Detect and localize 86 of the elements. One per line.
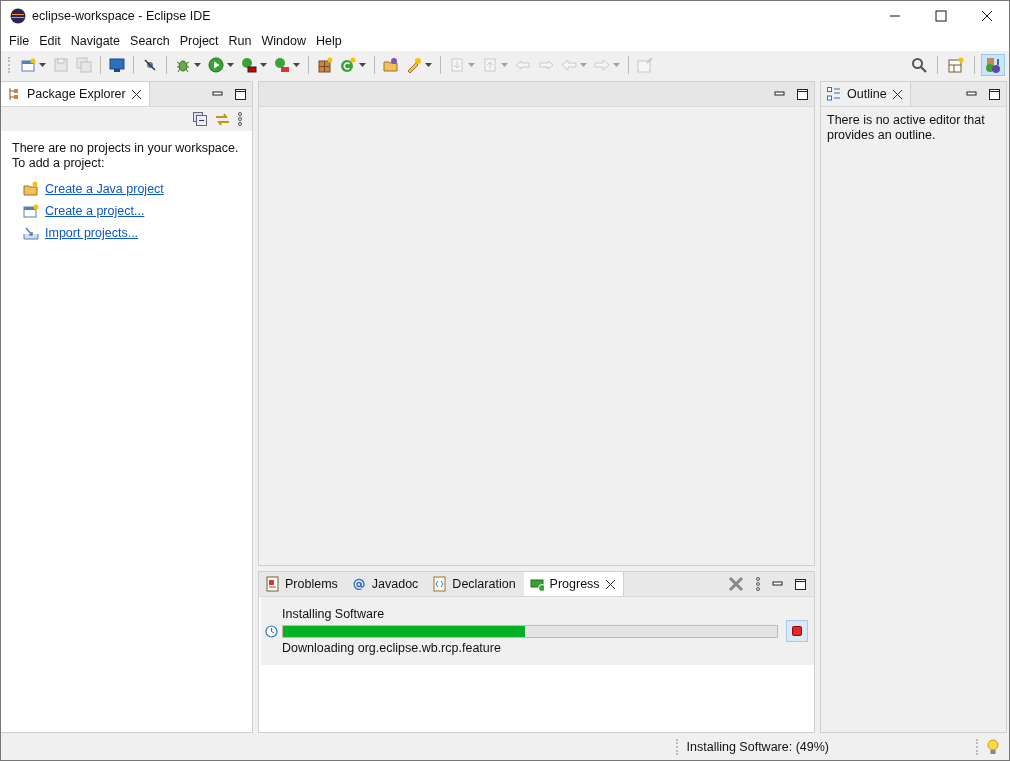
- package-icon: [317, 57, 333, 73]
- search-icon: [911, 57, 927, 73]
- play-toolbox-icon: [274, 57, 290, 73]
- toolbar-button[interactable]: [107, 55, 127, 75]
- remove-all-icon[interactable]: [728, 576, 744, 592]
- clock-icon: [265, 624, 278, 638]
- monitor-icon: [109, 57, 125, 73]
- toolbar-button[interactable]: [315, 55, 335, 75]
- menu-item[interactable]: Help: [310, 34, 347, 48]
- caret-icon: [359, 63, 366, 67]
- status-message: Installing Software: (49%): [686, 740, 829, 754]
- caret-icon: [39, 63, 46, 67]
- folder-icon: [383, 57, 399, 73]
- package-explorer-tab[interactable]: Package Explorer: [1, 82, 150, 106]
- java-perspective-button[interactable]: [981, 54, 1005, 76]
- maximize-icon[interactable]: [989, 88, 1000, 100]
- class-icon: [340, 57, 356, 73]
- eclipse-logo-icon: [10, 8, 26, 24]
- menu-item[interactable]: Search: [125, 34, 175, 48]
- at-sign-icon: [351, 576, 366, 592]
- caret-icon: [425, 63, 432, 67]
- toolbar-button[interactable]: [239, 55, 269, 75]
- forward-icon: [594, 57, 610, 73]
- folder-plus-icon: [23, 181, 39, 197]
- menu-item[interactable]: File: [4, 34, 35, 48]
- job-name: Installing Software: [282, 606, 386, 622]
- warning-list-icon: [265, 576, 279, 592]
- link[interactable]: Create a Java project: [45, 182, 164, 196]
- window-grid-icon: [948, 57, 964, 73]
- maximize-icon[interactable]: [235, 88, 246, 100]
- caret-icon: [580, 63, 587, 67]
- view-tab[interactable]: Problems: [259, 572, 346, 596]
- caret-icon: [194, 63, 201, 67]
- menu-item[interactable]: Run: [223, 34, 257, 48]
- empty-workspace-message: There are no projects in your workspace. To add a project:: [12, 141, 240, 171]
- link[interactable]: Import projects...: [45, 226, 139, 240]
- caret-icon: [260, 63, 267, 67]
- lightbulb-icon[interactable]: [987, 739, 999, 755]
- import-tray-icon: [23, 225, 39, 241]
- progress-bar-icon: [529, 576, 544, 592]
- menu-item[interactable]: Project: [174, 34, 224, 48]
- down-arrow-page-icon: [449, 57, 465, 73]
- pin-window-icon: [637, 57, 653, 73]
- maximize-icon[interactable]: [795, 578, 806, 590]
- view-menu-icon[interactable]: [756, 577, 760, 591]
- window-title: eclipse-workspace - Eclipse IDE: [32, 9, 211, 23]
- stop-icon: [792, 626, 802, 636]
- java-perspective-icon: [985, 57, 1001, 73]
- declaration-icon: [432, 576, 447, 592]
- crossed-dot-icon: [142, 57, 158, 73]
- play-bar-icon: [241, 57, 257, 73]
- toolbar-button[interactable]: [381, 55, 401, 75]
- collapse-all-icon[interactable]: [193, 112, 207, 126]
- maximize-icon[interactable]: [935, 10, 947, 22]
- toolbar-button[interactable]: [206, 55, 236, 75]
- new-window-icon: [23, 203, 39, 219]
- caret-icon: [501, 63, 508, 67]
- link[interactable]: Create a project...: [45, 204, 145, 218]
- outline-tab[interactable]: Outline: [821, 82, 911, 106]
- caret-icon: [468, 63, 475, 67]
- menu-item[interactable]: Window: [256, 34, 311, 48]
- caret-icon: [613, 63, 620, 67]
- close-icon[interactable]: [131, 89, 141, 99]
- menu-item[interactable]: Navigate: [65, 34, 126, 48]
- menu-item[interactable]: Edit: [34, 34, 66, 48]
- play-icon: [208, 57, 224, 73]
- bug-icon: [175, 57, 191, 73]
- view-tab[interactable]: Progress: [523, 572, 624, 596]
- package-tree-icon: [7, 87, 21, 101]
- close-icon[interactable]: [605, 579, 615, 589]
- close-icon[interactable]: [981, 10, 993, 22]
- new-window-icon: [20, 57, 36, 73]
- caret-icon: [293, 63, 300, 67]
- view-menu-icon[interactable]: [238, 112, 242, 126]
- job-detail: Downloading org.eclipse.wb.rcp.feature: [282, 640, 502, 656]
- outline-list-icon: [827, 87, 841, 101]
- close-icon[interactable]: [892, 89, 902, 99]
- view-tab[interactable]: Javadoc: [345, 572, 427, 596]
- floppy-disks-icon: [76, 57, 92, 73]
- up-arrow-page-icon: [482, 57, 498, 73]
- maximize-icon[interactable]: [797, 88, 808, 100]
- outline-message: There is no active editor that provides an outline.: [827, 113, 986, 143]
- view-tab[interactable]: Declaration: [426, 572, 524, 596]
- caret-icon: [227, 63, 234, 67]
- stop-button[interactable]: [786, 620, 808, 642]
- back-icon: [561, 57, 577, 73]
